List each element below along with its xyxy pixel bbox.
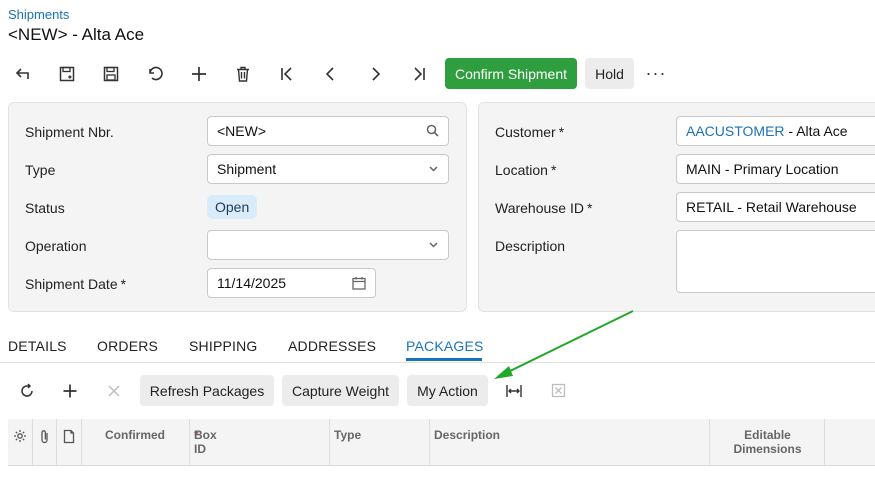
description-textarea[interactable]	[676, 230, 875, 293]
warehouse-label: Warehouse ID *	[495, 200, 593, 216]
active-tab-indicator	[406, 358, 482, 361]
customer-label: Customer *	[495, 124, 565, 140]
shipment-nbr-field[interactable]: <NEW>	[207, 116, 449, 146]
breadcrumb[interactable]: Shipments	[8, 7, 69, 22]
customer-code-link[interactable]: AACUSTOMER	[686, 123, 785, 139]
first-record-icon[interactable]	[273, 58, 301, 90]
type-value: Shipment	[217, 161, 277, 177]
refresh-packages-button[interactable]: Refresh Packages	[140, 375, 274, 406]
my-action-button[interactable]: My Action	[407, 375, 488, 406]
export-excel-icon[interactable]	[544, 375, 572, 406]
previous-record-icon[interactable]	[317, 58, 345, 90]
warehouse-field[interactable]: RETAIL - Retail Warehouse	[676, 192, 875, 222]
column-confirmed[interactable]: Confirmed	[82, 419, 190, 465]
customer-field[interactable]: AACUSTOMER - Alta Ace	[676, 116, 875, 146]
location-label: Location *	[495, 162, 557, 178]
chevron-down-icon	[428, 162, 439, 177]
shipment-date-label: Shipment Date *	[25, 276, 127, 292]
column-attachments[interactable]	[33, 419, 57, 465]
add-icon[interactable]	[185, 58, 213, 90]
tab-shipping[interactable]: SHIPPING	[189, 338, 258, 354]
hold-button[interactable]: Hold	[585, 58, 634, 89]
fit-columns-icon[interactable]	[500, 375, 528, 406]
save-close-icon[interactable]	[53, 58, 81, 90]
refresh-icon[interactable]	[13, 375, 41, 406]
column-settings[interactable]	[8, 419, 33, 465]
column-type[interactable]: Type	[330, 419, 430, 465]
main-toolbar: Confirm Shipment Hold ···	[0, 58, 875, 90]
tab-packages[interactable]: PACKAGES	[406, 338, 484, 354]
add-row-icon[interactable]	[56, 375, 84, 406]
column-editable-dimensions[interactable]: Editable Dimensions	[710, 419, 825, 465]
type-label: Type	[25, 162, 56, 178]
column-box-id[interactable]: * Box ID	[190, 419, 330, 465]
summary-right-panel: Customer * AACUSTOMER - Alta Ace Location…	[478, 102, 875, 312]
search-icon[interactable]	[426, 124, 439, 140]
chevron-down-icon	[428, 238, 439, 253]
calendar-icon[interactable]	[352, 276, 366, 293]
next-record-icon[interactable]	[361, 58, 389, 90]
packages-toolbar: Refresh Packages Capture Weight My Actio…	[0, 375, 875, 407]
shipment-nbr-label: Shipment Nbr.	[25, 124, 114, 140]
gear-icon[interactable]	[13, 429, 27, 446]
tab-bar: DETAILS ORDERS SHIPPING ADDRESSES PACKAG…	[0, 334, 875, 363]
tab-addresses[interactable]: ADDRESSES	[288, 338, 376, 354]
confirm-shipment-button[interactable]: Confirm Shipment	[445, 58, 577, 89]
operation-label: Operation	[25, 238, 87, 254]
status-badge: Open	[207, 195, 258, 219]
column-description[interactable]: Description	[430, 419, 710, 465]
packages-grid-header: Confirmed * Box ID Type Description Edita…	[8, 419, 875, 466]
location-field[interactable]: MAIN - Primary Location	[676, 154, 875, 184]
description-label: Description	[495, 238, 566, 254]
status-label: Status	[25, 200, 65, 216]
shipment-nbr-value: <NEW>	[217, 123, 267, 139]
save-icon[interactable]	[97, 58, 125, 90]
operation-select[interactable]	[207, 230, 449, 260]
shipment-date-value: 11/14/2025	[217, 275, 287, 291]
paperclip-icon	[39, 429, 51, 447]
undo-icon[interactable]	[141, 58, 169, 90]
delete-row-icon[interactable]	[100, 375, 128, 406]
tab-orders[interactable]: ORDERS	[97, 338, 158, 354]
shipment-date-field[interactable]: 11/14/2025	[207, 268, 376, 298]
page-title: <NEW> - Alta Ace	[8, 25, 145, 44]
summary-left-panel: Shipment Nbr. <NEW> Type Shipment Status…	[8, 102, 467, 312]
customer-name: - Alta Ace	[784, 123, 848, 139]
delete-icon[interactable]	[229, 58, 257, 90]
type-select[interactable]: Shipment	[207, 154, 449, 184]
tab-details[interactable]: DETAILS	[8, 338, 67, 354]
document-icon	[63, 429, 75, 447]
more-actions-icon[interactable]: ···	[643, 58, 669, 89]
back-icon[interactable]	[9, 58, 37, 90]
capture-weight-button[interactable]: Capture Weight	[282, 375, 399, 406]
last-record-icon[interactable]	[405, 58, 433, 90]
column-notes[interactable]	[57, 419, 82, 465]
